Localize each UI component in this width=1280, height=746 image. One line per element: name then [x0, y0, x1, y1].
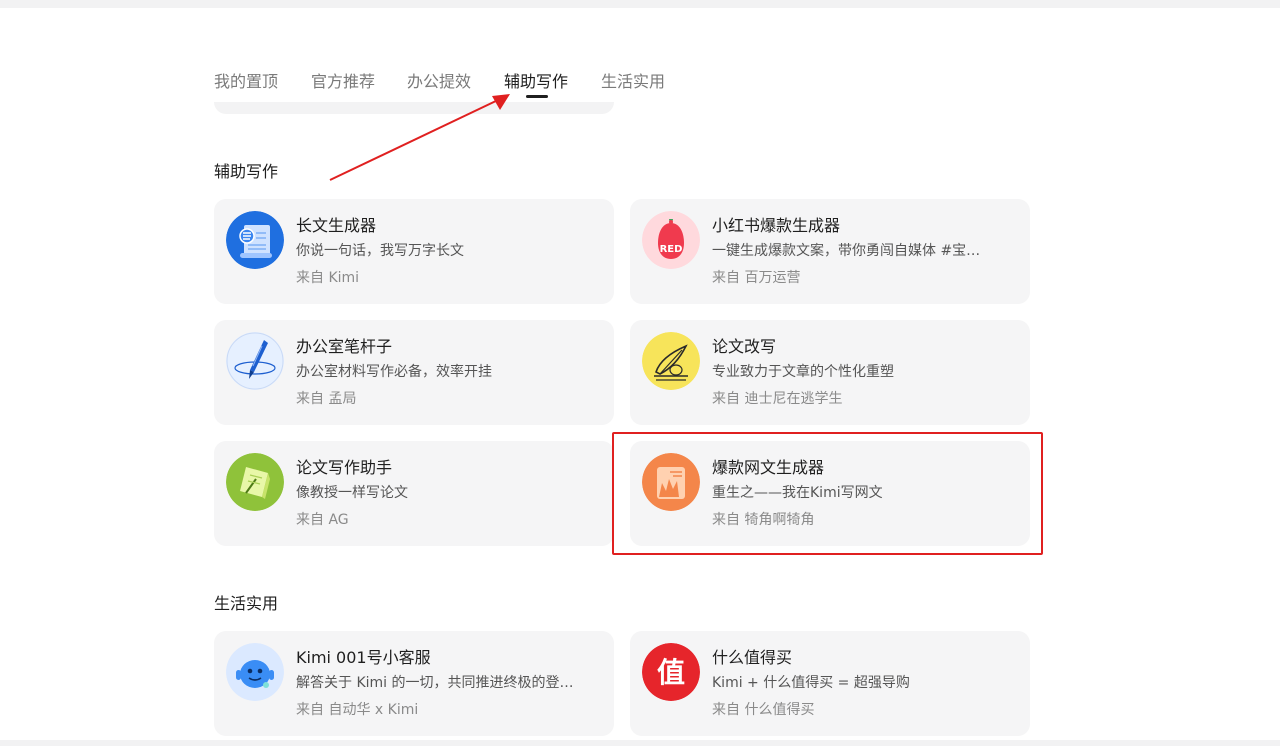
bot-card-paper-assistant[interactable]: 论文写作助手 像教授一样写论文 来自 AG: [214, 441, 614, 546]
section-title-daily-life: 生活实用: [214, 594, 279, 613]
bottom-bar-strip: [0, 740, 1280, 746]
tab-writing-assist[interactable]: 辅助写作: [504, 70, 568, 94]
active-tab-indicator: [526, 95, 548, 98]
bot-name: 论文写作助手: [296, 458, 393, 477]
svg-text:RED: RED: [660, 244, 683, 255]
scrolled-card-edge: [214, 102, 614, 114]
quill-ink-icon: [642, 332, 700, 390]
tab-pinned[interactable]: 我的置顶: [214, 70, 278, 94]
bot-name: 论文改写: [712, 337, 777, 356]
bot-author: 来自 犄角啊犄角: [712, 512, 815, 528]
bot-name: 爆款网文生成器: [712, 458, 825, 477]
robot-support-icon: [226, 643, 284, 701]
bot-name: 长文生成器: [296, 216, 377, 235]
bot-name: Kimi 001号小客服: [296, 648, 431, 667]
section-title-writing: 辅助写作: [214, 162, 279, 181]
bot-author: 来自 自动华 x Kimi: [296, 702, 419, 718]
bot-card-web-novel-generator[interactable]: 爆款网文生成器 重生之——我在Kimi写网文 来自 犄角啊犄角: [630, 441, 1030, 546]
bot-name: 办公室笔杆子: [296, 337, 393, 356]
bot-description: 你说一句话，我写万字长文: [296, 243, 464, 259]
tab-official-recommend[interactable]: 官方推荐: [311, 70, 375, 94]
tab-office-efficiency[interactable]: 办公提效: [407, 70, 471, 94]
bot-description: 专业致力于文章的个性化重塑: [712, 364, 894, 380]
paper-note-icon: [226, 453, 284, 511]
bot-card-office-writer[interactable]: 办公室笔杆子 办公室材料写作必备，效率开挂 来自 孟局: [214, 320, 614, 425]
bot-author: 来自 什么值得买: [712, 702, 815, 718]
top-bar-strip: [0, 0, 1280, 8]
bot-card-kimi-support[interactable]: Kimi 001号小客服 解答关于 Kimi 的一切，共同推进终极的登… 来自 …: [214, 631, 614, 736]
bot-card-xiaohongshu-generator[interactable]: RED 小红书爆款生成器 一键生成爆款文案，带你勇闯自媒体 #宝… 来自 百万运…: [630, 199, 1030, 304]
bot-description: 一键生成爆款文案，带你勇闯自媒体 #宝…: [712, 243, 981, 259]
tab-daily-life[interactable]: 生活实用: [601, 70, 665, 94]
fountain-pen-icon: [226, 332, 284, 390]
svg-text:值: 值: [657, 656, 685, 689]
red-bag-icon: RED: [642, 211, 700, 269]
bot-author: 来自 孟局: [296, 391, 357, 407]
document-scroll-icon: [226, 211, 284, 269]
bot-name: 什么值得买: [712, 648, 793, 667]
bot-description: 解答关于 Kimi 的一切，共同推进终极的登…: [296, 675, 574, 691]
bot-card-smzdm[interactable]: 值 什么值得买 Kimi + 什么值得买 = 超强导购 来自 什么值得买: [630, 631, 1030, 736]
bot-description: 重生之——我在Kimi写网文: [712, 485, 883, 501]
bot-description: Kimi + 什么值得买 = 超强导购: [712, 675, 910, 691]
bot-author: 来自 百万运营: [712, 270, 801, 286]
zhi-logo-icon: 值: [642, 643, 700, 701]
bot-author: 来自 AG: [296, 512, 349, 528]
bot-name: 小红书爆款生成器: [712, 216, 841, 235]
fire-novel-icon: [642, 453, 700, 511]
bot-author: 来自 迪士尼在逃学生: [712, 391, 843, 407]
bot-card-paper-rewrite[interactable]: 论文改写 专业致力于文章的个性化重塑 来自 迪士尼在逃学生: [630, 320, 1030, 425]
bot-card-long-text-generator[interactable]: 长文生成器 你说一句话，我写万字长文 来自 Kimi: [214, 199, 614, 304]
bot-description: 像教授一样写论文: [296, 485, 408, 501]
bot-author: 来自 Kimi: [296, 270, 360, 286]
bot-description: 办公室材料写作必备，效率开挂: [296, 364, 492, 380]
